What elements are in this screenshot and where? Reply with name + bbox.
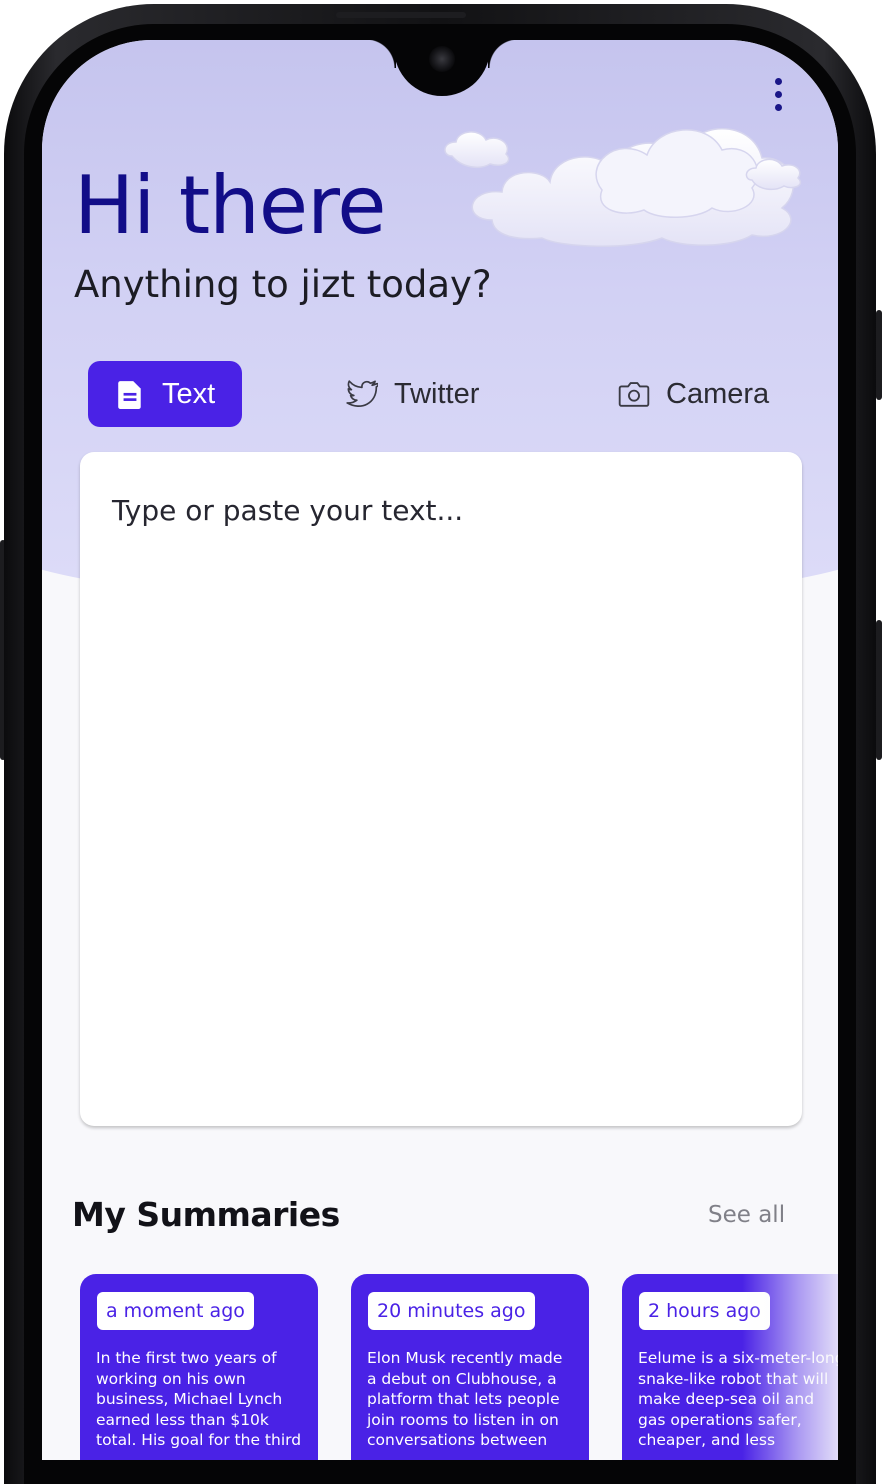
tab-twitter[interactable]: Twitter [346, 361, 479, 427]
summary-time-badge: 20 minutes ago [368, 1292, 535, 1330]
document-icon [114, 378, 146, 410]
text-input-area[interactable]: Type or paste your text... [80, 452, 802, 1126]
summary-card[interactable]: a moment ago In the first two years of w… [80, 1274, 318, 1460]
summary-time-badge: 2 hours ago [639, 1292, 770, 1330]
summary-preview-text: Elon Musk recently made a debut on Clubh… [367, 1349, 563, 1449]
tab-text-label: Text [162, 377, 216, 410]
summary-card[interactable]: 20 minutes ago Elon Musk recently made a… [351, 1274, 589, 1460]
front-camera [429, 46, 455, 72]
camera-icon [618, 378, 650, 410]
tab-text[interactable]: Text [88, 361, 242, 427]
alert-slider [876, 310, 882, 400]
see-all-link[interactable]: See all [708, 1202, 785, 1228]
phone-frame: Hi there Anything to jizt today? Text Tw… [0, 0, 882, 1484]
summary-preview-text: Eelume is a six-meter-long snake-like ro… [638, 1349, 838, 1449]
earpiece-speaker [336, 12, 466, 18]
greeting-title: Hi there [74, 159, 386, 252]
tab-twitter-label: Twitter [394, 377, 480, 410]
twitter-bird-icon [346, 378, 378, 410]
tab-camera[interactable]: Camera [618, 361, 769, 427]
summaries-heading: My Summaries [72, 1195, 340, 1234]
summary-preview-text: In the first two years of working on his… [96, 1349, 302, 1449]
app-screen: Hi there Anything to jizt today? Text Tw… [42, 40, 838, 1460]
summary-card[interactable]: 2 hours ago Eelume is a six-meter-long s… [622, 1274, 838, 1460]
summaries-carousel: a moment ago In the first two years of w… [80, 1274, 838, 1460]
summary-time-badge: a moment ago [97, 1292, 254, 1330]
greeting-subtitle: Anything to jizt today? [74, 263, 492, 306]
text-input-placeholder: Type or paste your text... [112, 494, 464, 527]
power-button [876, 620, 882, 760]
clouds-illustration [444, 128, 802, 247]
tab-camera-label: Camera [666, 377, 770, 410]
overflow-menu-icon[interactable] [770, 78, 786, 114]
input-source-tabs: Text Twitter Camera [88, 361, 808, 427]
